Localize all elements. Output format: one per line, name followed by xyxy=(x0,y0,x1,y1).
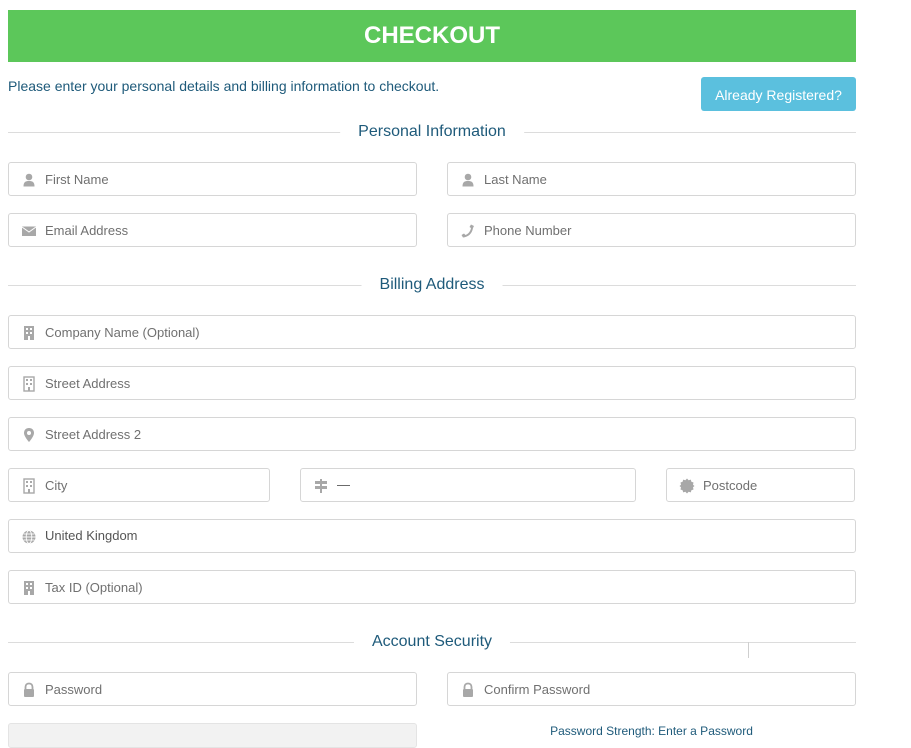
state-select[interactable]: — xyxy=(300,468,636,502)
phone-icon xyxy=(460,223,476,239)
password-input[interactable] xyxy=(45,673,408,705)
phone-input[interactable] xyxy=(484,214,847,246)
checkout-header: CHECKOUT xyxy=(8,10,856,62)
street-address-field[interactable] xyxy=(8,366,856,400)
postcode-field[interactable] xyxy=(666,468,855,502)
confirm-password-input[interactable] xyxy=(484,673,847,705)
tax-id-field[interactable] xyxy=(8,570,856,604)
building-icon xyxy=(21,478,37,494)
email-input[interactable] xyxy=(45,214,408,246)
mouse-cursor xyxy=(748,642,749,658)
envelope-icon xyxy=(21,223,37,239)
street-address-2-input[interactable] xyxy=(45,418,847,450)
postcode-input[interactable] xyxy=(703,469,846,501)
city-field[interactable] xyxy=(8,468,270,502)
building-icon xyxy=(21,376,37,392)
password-strength-bar xyxy=(8,723,417,748)
user-icon xyxy=(21,172,37,188)
country-select[interactable]: United Kingdom xyxy=(8,519,856,553)
password-field[interactable] xyxy=(8,672,417,706)
country-value: United Kingdom xyxy=(45,528,138,543)
user-icon xyxy=(460,172,476,188)
section-title: Personal Information xyxy=(340,120,524,144)
first-name-field[interactable] xyxy=(8,162,417,196)
building-icon xyxy=(21,580,37,596)
state-value: — xyxy=(337,477,350,492)
section-title: Billing Address xyxy=(361,273,503,297)
lock-icon xyxy=(460,682,476,698)
map-marker-icon xyxy=(21,427,37,443)
phone-field[interactable] xyxy=(447,213,856,247)
section-account-security: Account Security xyxy=(8,630,856,654)
building-icon xyxy=(21,325,37,341)
password-strength-text: Password Strength: Enter a Password xyxy=(550,724,753,738)
section-billing-address: Billing Address xyxy=(8,273,856,297)
first-name-input[interactable] xyxy=(45,163,408,195)
signpost-icon xyxy=(313,478,329,494)
already-registered-button[interactable]: Already Registered? xyxy=(701,77,856,111)
confirm-password-field[interactable] xyxy=(447,672,856,706)
email-field[interactable] xyxy=(8,213,417,247)
street-address-input[interactable] xyxy=(45,367,847,399)
section-personal-information: Personal Information xyxy=(8,120,856,144)
city-input[interactable] xyxy=(45,469,261,501)
section-title: Account Security xyxy=(353,630,511,654)
last-name-input[interactable] xyxy=(484,163,847,195)
last-name-field[interactable] xyxy=(447,162,856,196)
tax-id-input[interactable] xyxy=(45,571,847,603)
company-name-input[interactable] xyxy=(45,316,847,348)
intro-text: Please enter your personal details and b… xyxy=(8,78,440,94)
street-address-2-field[interactable] xyxy=(8,417,856,451)
globe-icon xyxy=(21,529,37,545)
company-name-field[interactable] xyxy=(8,315,856,349)
certificate-icon xyxy=(679,478,695,494)
lock-icon xyxy=(21,682,37,698)
